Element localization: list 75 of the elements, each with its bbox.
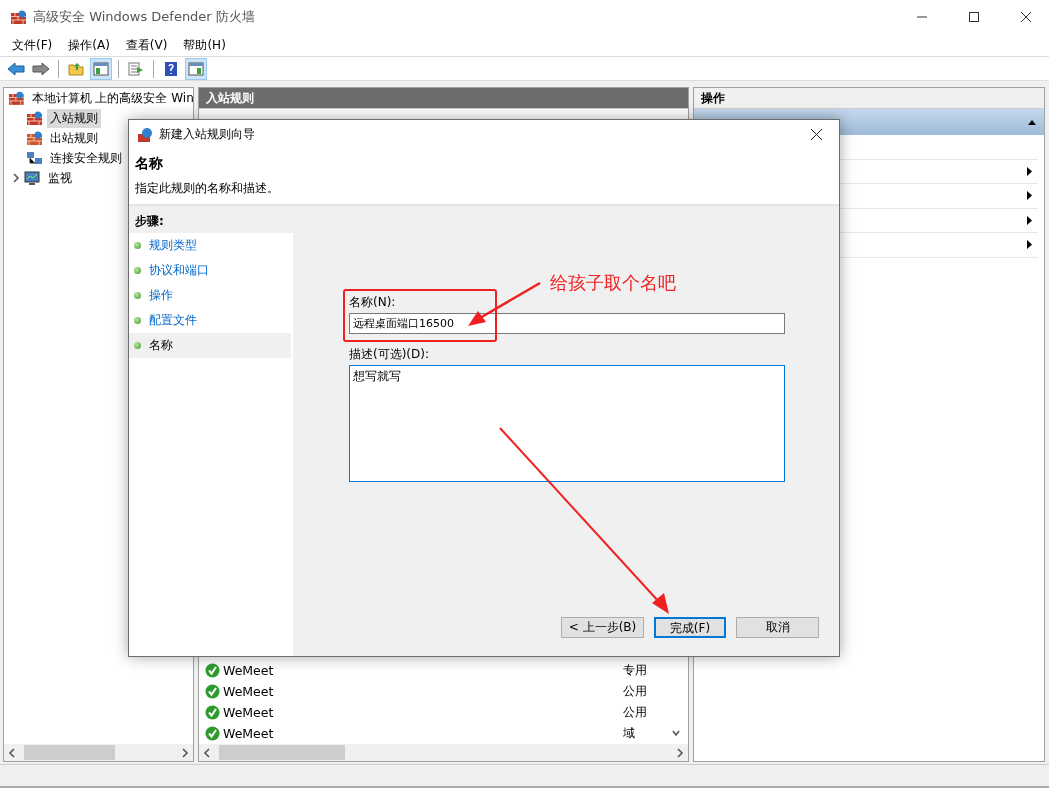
enabled-check-icon	[205, 726, 220, 741]
forward-arrow-icon	[32, 61, 50, 76]
menu-item[interactable]: 操作(A)	[60, 36, 118, 54]
dialog-button[interactable]: 取消	[736, 617, 819, 638]
rule-name: WeMeet	[223, 705, 275, 720]
rule-name: WeMeet	[223, 726, 275, 741]
description-field[interactable]: 想写就写	[349, 365, 785, 482]
step-dot-icon	[134, 267, 141, 274]
name-field[interactable]: 远程桌面端口16500	[349, 313, 785, 334]
pane-header: 入站规则	[199, 88, 688, 109]
rule-profile: 公用	[623, 704, 647, 721]
scroll-left-icon[interactable]	[203, 747, 211, 758]
scroll-right-icon[interactable]	[676, 747, 684, 758]
submenu-triangle-icon[interactable]	[1026, 240, 1034, 250]
submenu-triangle-icon[interactable]	[1026, 191, 1034, 201]
step-dot-icon	[134, 317, 141, 324]
scroll-right-icon[interactable]	[181, 747, 189, 758]
scroll-left-icon[interactable]	[8, 747, 16, 758]
field-label: 名称(N):	[349, 294, 397, 311]
step-link[interactable]: 配置文件	[149, 312, 197, 329]
export-list-icon	[128, 61, 144, 76]
page-heading: 名称	[135, 155, 164, 173]
rule-name: WeMeet	[223, 684, 275, 699]
tree-item[interactable]: 入站规则	[47, 108, 101, 128]
step-dot-icon	[134, 292, 141, 299]
step-link[interactable]: 操作	[149, 287, 173, 304]
horizontal-scrollbar[interactable]	[4, 744, 193, 761]
help-icon	[164, 60, 178, 77]
dialog-button[interactable]: 完成(F)	[654, 617, 726, 638]
dialog-title: 新建入站规则向导	[159, 126, 256, 143]
enabled-check-icon	[205, 684, 220, 699]
rule-profile: 专用	[623, 662, 647, 679]
monitor-icon	[24, 170, 41, 186]
firewall-icon	[8, 90, 25, 106]
menu-item[interactable]: 帮助(H)	[175, 36, 234, 54]
tree-pane-icon	[93, 61, 109, 76]
step-link[interactable]: 名称	[149, 337, 173, 354]
firewall-outbound-icon	[26, 130, 43, 146]
page-subtitle: 指定此规则的名称和描述。	[135, 180, 280, 197]
step-link[interactable]: 规则类型	[149, 237, 197, 254]
rule-profile: 域	[623, 725, 635, 742]
close-icon	[1021, 12, 1031, 22]
rule-name: WeMeet	[223, 663, 275, 678]
maximize-icon	[969, 12, 979, 22]
back-arrow-icon	[7, 61, 25, 76]
enabled-check-icon	[205, 663, 220, 678]
tree-item[interactable]: 本地计算机 上的高级安全 Win	[28, 88, 193, 108]
horizontal-scrollbar[interactable]	[199, 744, 688, 761]
tree-item[interactable]: 连接安全规则	[47, 148, 125, 168]
submenu-triangle-icon[interactable]	[1026, 215, 1034, 225]
steps-title: 步骤:	[129, 210, 293, 233]
field-label: 描述(可选)(D):	[349, 346, 430, 363]
toolbar-button[interactable]	[90, 57, 112, 80]
tree-item[interactable]: 出站规则	[47, 128, 101, 148]
firewall-inbound-icon	[26, 110, 43, 126]
firewall-app-icon	[10, 9, 27, 25]
folder-icon	[68, 61, 84, 76]
menu-item[interactable]: 文件(F)	[4, 36, 61, 54]
rule-profile: 公用	[623, 683, 647, 700]
network-computers-icon	[26, 150, 43, 166]
menu-item[interactable]: 查看(V)	[117, 36, 176, 54]
toolbar-button[interactable]	[185, 57, 207, 80]
enabled-check-icon	[205, 705, 220, 720]
step-dot-icon	[134, 242, 141, 249]
step-dot-icon	[134, 342, 141, 349]
tree-item[interactable]: 监视	[45, 168, 75, 188]
dialog-button[interactable]: < 上一步(B)	[561, 617, 644, 638]
pane-header: 操作	[694, 88, 1044, 109]
action-pane-icon	[188, 61, 204, 76]
expand-chevron-icon[interactable]	[12, 173, 20, 183]
window-title: 高级安全 Windows Defender 防火墙	[33, 8, 256, 26]
submenu-triangle-icon[interactable]	[1026, 166, 1034, 176]
step-link[interactable]: 协议和端口	[149, 262, 209, 279]
annotation-text: 给孩子取个名吧	[550, 271, 676, 295]
close-icon	[810, 129, 822, 140]
